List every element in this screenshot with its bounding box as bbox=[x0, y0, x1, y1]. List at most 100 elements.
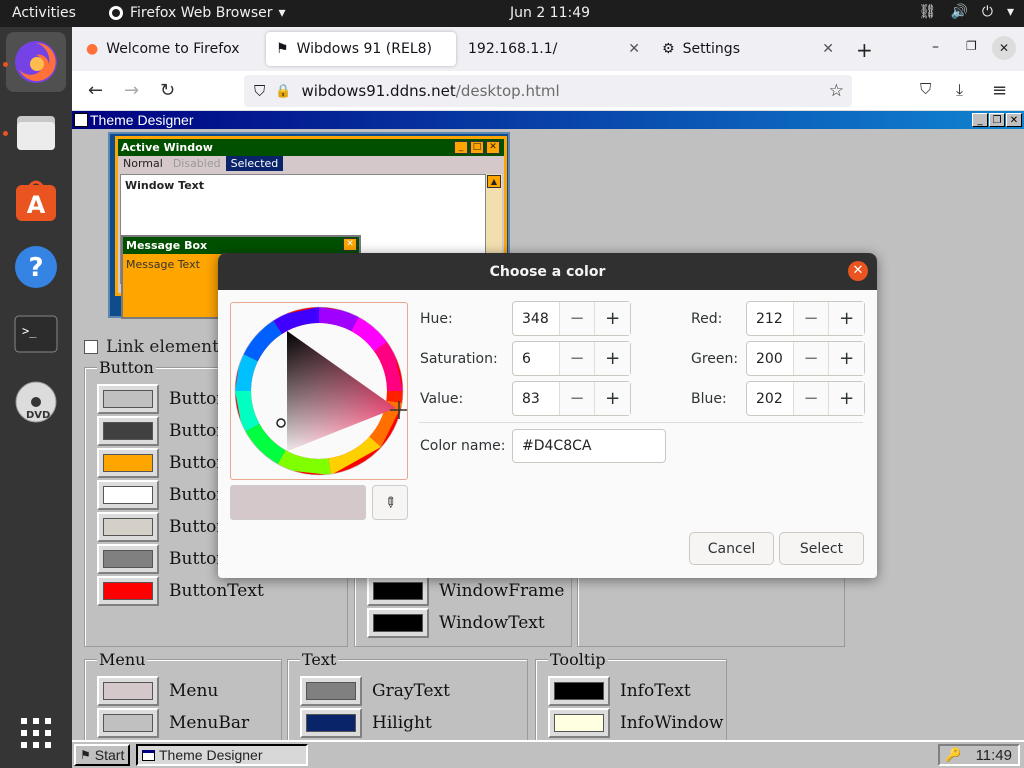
color-swatch-button[interactable] bbox=[97, 544, 159, 574]
url-bar[interactable]: ⛉ 🔒 wibdows91.ddns.net/desktop.html ☆ bbox=[244, 75, 852, 107]
hue-value[interactable]: 348 bbox=[513, 311, 559, 327]
increment-button[interactable]: + bbox=[594, 342, 630, 375]
color-swatch-button[interactable] bbox=[367, 608, 429, 638]
increment-button[interactable]: + bbox=[828, 302, 864, 335]
shield-icon[interactable]: ⛉ bbox=[254, 82, 265, 100]
maximize-button[interactable]: ❐ bbox=[966, 39, 977, 53]
increment-button[interactable]: + bbox=[594, 382, 630, 415]
close-icon[interactable]: ✕ bbox=[628, 41, 640, 57]
color-swatch-button[interactable] bbox=[367, 576, 429, 606]
maximize-button[interactable]: ❐ bbox=[989, 113, 1005, 127]
color-swatch-button[interactable] bbox=[97, 416, 159, 446]
blue-spinbutton[interactable]: 202 − + bbox=[746, 381, 865, 416]
decrement-button[interactable]: − bbox=[558, 342, 595, 375]
dock-firefox[interactable] bbox=[6, 32, 66, 92]
downloads-icon[interactable]: ⤓ bbox=[956, 80, 963, 100]
forward-button[interactable]: → bbox=[124, 80, 139, 101]
blue-value[interactable]: 202 bbox=[747, 391, 793, 407]
chevron-down-icon[interactable]: ▾ bbox=[1007, 4, 1014, 20]
taskbar-task-theme-designer[interactable]: Theme Designer bbox=[136, 744, 308, 766]
activities-button[interactable]: Activities bbox=[12, 5, 76, 21]
value-cursor[interactable] bbox=[276, 418, 286, 428]
start-button[interactable]: ⚑ Start bbox=[74, 744, 130, 766]
dock-terminal[interactable]: >_ bbox=[6, 304, 66, 364]
close-icon[interactable]: ✕ bbox=[822, 41, 834, 57]
decrement-button[interactable]: − bbox=[558, 302, 595, 335]
tab-settings[interactable]: ⚙ Settings ✕ bbox=[652, 32, 842, 66]
select-button[interactable]: Select bbox=[779, 532, 864, 565]
color-swatch-button[interactable] bbox=[97, 576, 159, 606]
volume-icon[interactable]: 🔊 bbox=[950, 4, 967, 20]
tab-welcome[interactable]: ● Welcome to Firefox bbox=[76, 32, 264, 66]
color-swatch-button[interactable] bbox=[97, 676, 159, 706]
reload-button[interactable]: ↻ bbox=[160, 80, 175, 101]
increment-button[interactable]: + bbox=[828, 342, 864, 375]
network-icon[interactable]: ⛓ bbox=[919, 4, 937, 20]
navigation-bar: ← → ↻ ⛉ 🔒 wibdows91.ddns.net/desktop.htm… bbox=[72, 71, 1024, 111]
green-spinbutton[interactable]: 200 − + bbox=[746, 341, 865, 376]
window-close-button[interactable]: ✕ bbox=[992, 36, 1016, 60]
back-button[interactable]: ← bbox=[88, 80, 103, 101]
color-swatch-button[interactable] bbox=[97, 708, 159, 738]
value-value[interactable]: 83 bbox=[513, 391, 559, 407]
close-button[interactable]: ✕ bbox=[848, 261, 868, 281]
color-swatch-button[interactable] bbox=[300, 708, 362, 738]
color-swatch-button[interactable] bbox=[300, 676, 362, 706]
tab-wibdows[interactable]: ⚑ Wibdows 91 (REL8) bbox=[266, 32, 456, 66]
eyedropper-button[interactable]: ✎ bbox=[372, 485, 408, 520]
color-swatch-button[interactable] bbox=[97, 448, 159, 478]
swatch-fill bbox=[373, 614, 423, 632]
hamburger-menu-icon[interactable]: ≡ bbox=[992, 80, 1007, 101]
window-icon bbox=[142, 749, 155, 761]
saturation-value[interactable]: 6 bbox=[513, 351, 559, 367]
increment-button[interactable]: + bbox=[594, 302, 630, 335]
decrement-button[interactable]: − bbox=[792, 302, 829, 335]
dialog-header: Choose a color ✕ bbox=[218, 253, 877, 290]
decrement-button[interactable]: − bbox=[558, 382, 595, 415]
color-wheel[interactable] bbox=[230, 302, 408, 480]
app-menu[interactable]: Firefox Web Browser ▾ bbox=[108, 5, 286, 21]
decrement-button[interactable]: − bbox=[792, 382, 829, 415]
dock-help[interactable]: ? bbox=[6, 237, 66, 297]
color-swatch-button[interactable] bbox=[97, 480, 159, 510]
swatch-label: MenuBar bbox=[169, 713, 250, 733]
value-spinbutton[interactable]: 83 − + bbox=[512, 381, 631, 416]
swatch-fill bbox=[103, 486, 153, 504]
color-swatch-button[interactable] bbox=[97, 512, 159, 542]
bookmark-star-icon[interactable]: ☆ bbox=[829, 81, 844, 101]
color-row: ButtonText bbox=[97, 576, 264, 606]
key-icon[interactable]: 🔑 bbox=[945, 747, 961, 763]
system-clock[interactable]: Jun 2 11:49 bbox=[510, 5, 590, 21]
hue-spinbutton[interactable]: 348 − + bbox=[512, 301, 631, 336]
red-spinbutton[interactable]: 212 − + bbox=[746, 301, 865, 336]
green-value[interactable]: 200 bbox=[747, 351, 793, 367]
color-swatch-button[interactable] bbox=[548, 676, 610, 706]
color-name-field[interactable]: #D4C8CA bbox=[512, 429, 666, 463]
color-swatch-button[interactable] bbox=[548, 708, 610, 738]
link-elements-checkbox[interactable]: Link elements bbox=[84, 337, 228, 357]
red-value[interactable]: 212 bbox=[747, 311, 793, 327]
increment-button[interactable]: + bbox=[828, 382, 864, 415]
cancel-button[interactable]: Cancel bbox=[689, 532, 774, 565]
checkbox[interactable] bbox=[84, 340, 98, 354]
close-button[interactable]: ✕ bbox=[1006, 113, 1022, 127]
dock-app-center[interactable]: A bbox=[6, 170, 66, 230]
color-swatch-button[interactable] bbox=[97, 384, 159, 414]
power-icon[interactable]: ⏻ bbox=[982, 4, 993, 20]
new-tab-button[interactable]: + bbox=[856, 38, 873, 62]
current-color-swatch bbox=[230, 485, 366, 520]
saturation-spinbutton[interactable]: 6 − + bbox=[512, 341, 631, 376]
dock-files[interactable] bbox=[6, 102, 66, 162]
minimize-button[interactable]: _ bbox=[972, 113, 988, 127]
lock-icon[interactable]: 🔒 bbox=[275, 84, 291, 99]
show-applications[interactable] bbox=[6, 703, 66, 763]
message-close: ✕ bbox=[343, 238, 357, 251]
window-menu-icon[interactable] bbox=[74, 113, 88, 127]
dock-dvd[interactable]: DVD bbox=[6, 372, 66, 432]
decrement-button[interactable]: − bbox=[792, 342, 829, 375]
pocket-icon[interactable]: ⛉ bbox=[920, 80, 931, 98]
tab-router[interactable]: 192.168.1.1/ ✕ bbox=[458, 32, 648, 66]
color-row: Button bbox=[97, 448, 227, 478]
theme-designer-titlebar[interactable]: Theme Designer bbox=[72, 111, 1024, 129]
minimize-button[interactable]: – bbox=[932, 39, 939, 55]
